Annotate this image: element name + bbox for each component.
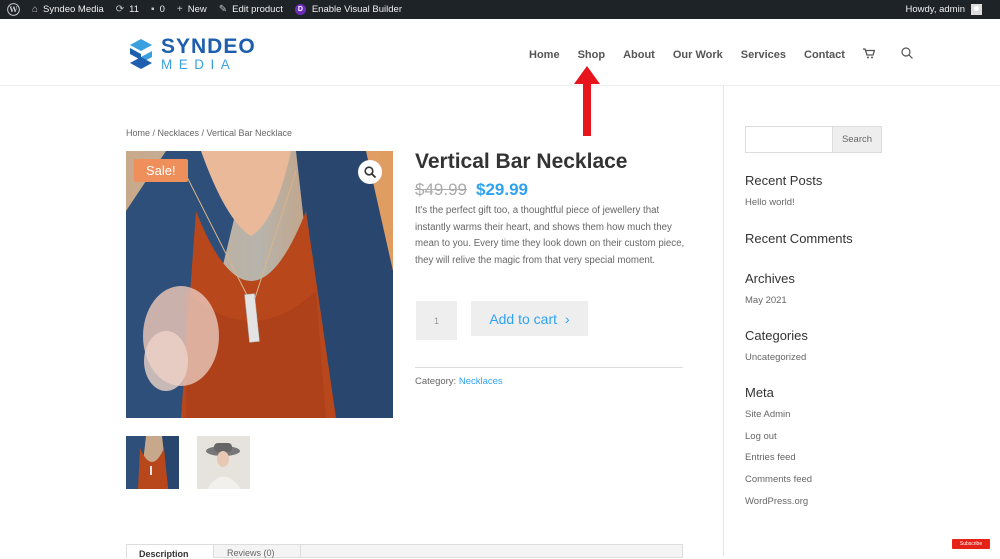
category-item-link[interactable]: Uncategorized [745,352,806,363]
category-link[interactable]: Necklaces [459,376,503,387]
edit-product-label: Edit product [232,4,283,15]
wordpress-logo-icon[interactable]: W [0,0,26,19]
chevron-right-icon: › [565,311,570,327]
youtube-subscribe-badge[interactable]: Subscribe [952,539,990,549]
howdy-label: Howdy, admin [906,4,966,15]
archive-link[interactable]: May 2021 [745,295,787,306]
category-label: Category: [415,376,456,387]
logo-text-primary: SYNDEO [161,36,256,57]
sidebar-search: Search [745,126,882,153]
quantity-input[interactable]: 1 [416,301,457,340]
updates-count: 11 [129,4,139,15]
meta-link-entries-feed[interactable]: Entries feed [745,452,796,463]
search-icon[interactable] [901,47,913,62]
meta-link-wordpress-org[interactable]: WordPress.org [745,496,808,507]
refresh-icon: ⟳ [116,4,124,15]
comments-link[interactable]: ▪ 0 [145,0,171,19]
meta-link-site-admin[interactable]: Site Admin [745,409,790,420]
sidebar-divider [723,86,724,556]
site-name-label: Syndeo Media [43,4,104,15]
sale-price: $29.99 [476,180,528,200]
plus-icon: + [177,4,183,15]
product-main-image[interactable] [126,151,393,418]
comment-icon: ▪ [151,4,155,15]
old-price: $49.99 [415,180,467,200]
meta-link-comments-feed[interactable]: Comments feed [745,474,812,485]
add-to-cart-button[interactable]: Add to cart › [471,301,588,336]
pencil-icon: ✎ [219,4,227,15]
admin-bar: W ⌂ Syndeo Media ⟳ 11 ▪ 0 + New ✎ Edit p… [0,0,1000,19]
edit-product-link[interactable]: ✎ Edit product [213,0,289,19]
product-thumbnail-1[interactable] [126,436,179,489]
product-price: $49.99 $29.99 [415,180,528,200]
nav-item-about[interactable]: About [623,49,655,61]
add-to-cart-label: Add to cart [489,311,557,327]
site-header: SYNDEO MEDIA Home Shop About Our Work Se… [0,19,1000,86]
comments-count: 0 [160,4,165,15]
nav-item-services[interactable]: Services [741,49,786,61]
main-nav: Home Shop About Our Work Services Contac… [529,47,931,62]
updates-link[interactable]: ⟳ 11 [110,0,145,19]
product-category: Category: Necklaces [415,376,503,387]
product-description: It's the perfect gift too, a thoughtful … [415,203,685,269]
nav-item-our-work[interactable]: Our Work [673,49,723,61]
account-menu[interactable]: Howdy, admin [906,4,1000,15]
divi-icon: D [295,4,306,15]
home-icon: ⌂ [32,4,38,15]
search-button[interactable]: Search [833,126,882,153]
meta-title: Meta [745,385,774,400]
recent-posts-title: Recent Posts [745,173,822,188]
new-content-link[interactable]: + New [171,0,213,19]
site-logo[interactable]: SYNDEO MEDIA [128,36,256,72]
visual-builder-link[interactable]: D Enable Visual Builder [289,0,408,19]
meta-link-log-out[interactable]: Log out [745,431,777,442]
breadcrumb[interactable]: Home / Necklaces / Vertical Bar Necklace [126,128,292,138]
nav-item-contact[interactable]: Contact [804,49,845,61]
cart-icon[interactable] [863,48,875,62]
recent-comments-title: Recent Comments [745,231,853,246]
svg-text:W: W [8,5,18,14]
site-name-link[interactable]: ⌂ Syndeo Media [26,0,110,19]
product-title: Vertical Bar Necklace [415,150,627,174]
new-label: New [188,4,207,15]
search-input[interactable] [745,126,833,153]
logo-text-secondary: MEDIA [161,58,256,72]
divider [415,367,683,368]
archives-title: Archives [745,271,795,286]
avatar [971,4,982,15]
categories-title: Categories [745,328,808,343]
sale-badge: Sale! [134,159,188,182]
visual-builder-label: Enable Visual Builder [312,4,402,15]
recent-post-link[interactable]: Hello world! [745,197,795,208]
red-arrow-annotation [572,64,602,138]
nav-item-shop[interactable]: Shop [578,49,606,61]
syndeo-logo-icon [128,39,154,69]
zoom-icon[interactable] [358,160,382,184]
nav-item-home[interactable]: Home [529,49,560,61]
product-thumbnail-2[interactable] [197,436,250,489]
